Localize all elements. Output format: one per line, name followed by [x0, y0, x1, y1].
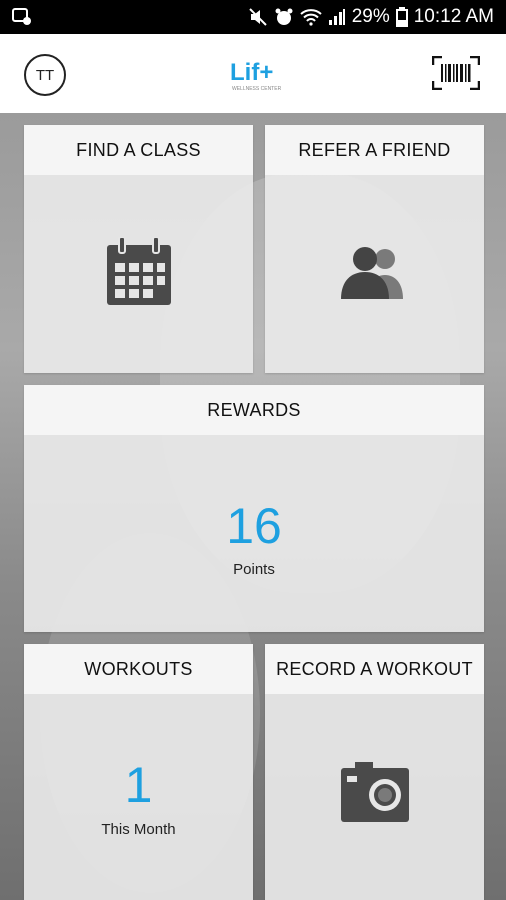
people-icon: [265, 245, 484, 306]
rewards-points-value: 16: [226, 498, 282, 554]
signal-icon: [328, 8, 346, 26]
find-a-class-title: FIND A CLASS: [24, 125, 253, 175]
record-a-workout-tile[interactable]: RECORD A WORKOUT: [265, 644, 484, 900]
battery-icon: [395, 7, 408, 27]
workouts-title: WORKOUTS: [24, 644, 253, 694]
rewards-tile[interactable]: REWARDS 16 Points: [24, 385, 484, 632]
refer-a-friend-tile[interactable]: REFER A FRIEND: [265, 125, 484, 373]
record-a-workout-title: RECORD A WORKOUT: [265, 644, 484, 694]
clock: 10:12 AM: [413, 6, 494, 27]
camera-icon: [265, 762, 484, 829]
barcode-scan-icon[interactable]: [431, 55, 481, 91]
alarm-icon: [274, 7, 294, 27]
battery-percent: 29%: [351, 6, 390, 27]
profile-avatar-button[interactable]: TT: [24, 54, 66, 96]
logo-subtext: WELLNESS CENTER: [232, 86, 282, 92]
app-header: TT Lif+ WELLNESS CENTER: [0, 34, 506, 114]
mute-icon: [248, 7, 268, 27]
status-bar: 29% 10:12 AM: [0, 0, 506, 34]
screen-cast-icon: [12, 8, 32, 26]
avatar-initials: TT: [35, 66, 55, 84]
wifi-icon: [300, 8, 322, 26]
rewards-points-label: Points: [233, 561, 275, 578]
logo-text: Lif+: [230, 59, 273, 86]
rewards-title: REWARDS: [24, 385, 484, 435]
workouts-count-label: This Month: [101, 821, 176, 838]
refer-a-friend-title: REFER A FRIEND: [265, 125, 484, 175]
calendar-icon: [24, 236, 253, 312]
find-a-class-tile[interactable]: FIND A CLASS: [24, 125, 253, 373]
workouts-tile[interactable]: WORKOUTS 1 This Month: [24, 644, 253, 900]
lif-logo: Lif+ WELLNESS CENTER: [226, 56, 286, 96]
workouts-count-value: 1: [124, 757, 153, 813]
